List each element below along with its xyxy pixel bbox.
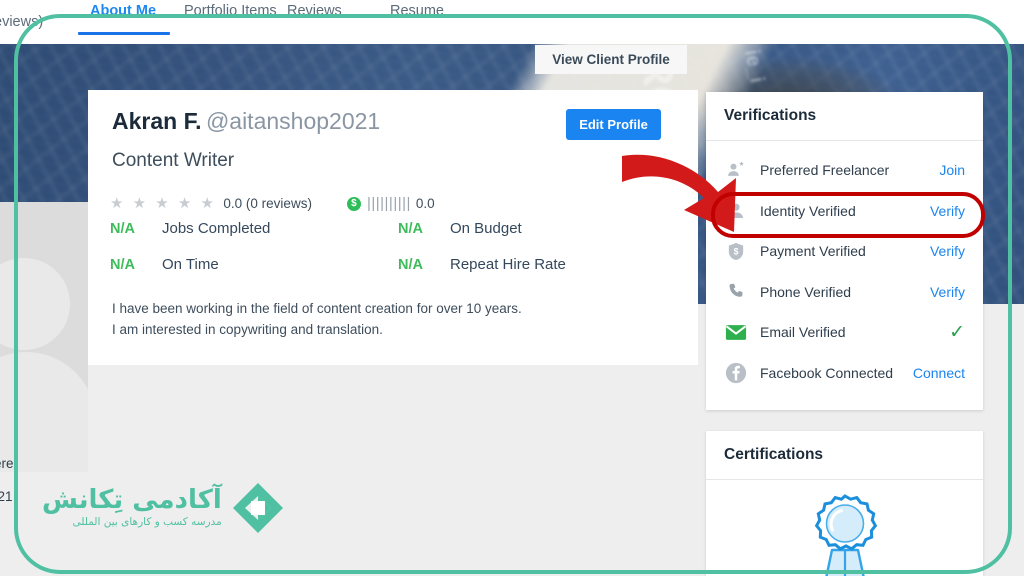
dollar-coin-icon: $ xyxy=(346,196,361,211)
stat-label: Jobs Completed xyxy=(162,220,271,237)
hourly-rate-group: $ |||||||||| 0.0 xyxy=(346,195,435,212)
clipped-edge-text-1: ere xyxy=(0,456,14,471)
active-tab-underline xyxy=(78,32,170,35)
stat-value: N/A xyxy=(110,221,135,237)
facebook-icon xyxy=(724,361,748,385)
stat-value: N/A xyxy=(398,221,423,237)
edit-profile-button[interactable]: Edit Profile xyxy=(566,109,661,140)
screenshot-root: RODUCTIO ie_i eviews) About Me Portfolio… xyxy=(0,0,1024,576)
verification-action-join[interactable]: Join xyxy=(939,162,965,178)
verification-label: Facebook Connected xyxy=(760,364,894,381)
clipped-reviews-text: eviews) xyxy=(0,14,44,30)
stat-value: N/A xyxy=(110,257,135,273)
verification-row-phone-verified[interactable]: Phone Verified Verify xyxy=(706,272,983,313)
ribbon-badge-icon xyxy=(802,492,888,576)
avatar-head-shape xyxy=(0,258,70,350)
watermark-mark-icon xyxy=(232,482,284,534)
tab-about-me[interactable]: About Me xyxy=(90,3,156,19)
profile-title: Content Writer xyxy=(112,150,235,171)
profile-handle: @aitanshop2021 xyxy=(205,108,381,134)
tab-reviews[interactable]: Reviews xyxy=(287,3,342,19)
stat-jobs-completed: N/A Jobs Completed xyxy=(110,220,270,237)
bio-line-1: I have been working in the field of cont… xyxy=(112,301,522,316)
verification-label: Email Verified xyxy=(760,324,846,341)
verification-label: Phone Verified xyxy=(760,283,852,300)
stat-label: On Time xyxy=(162,256,219,273)
profile-name: Akran F. xyxy=(112,108,202,134)
profile-tab-bar[interactable]: eviews) About Me Portfolio Items Reviews… xyxy=(0,0,1024,36)
clipped-edge-text-2: 021 xyxy=(0,489,13,504)
phone-icon xyxy=(724,280,748,304)
verification-action-connect[interactable]: Connect xyxy=(913,365,965,381)
certifications-heading: Certifications xyxy=(706,431,983,480)
rate-value: 0.0 xyxy=(415,196,435,211)
stat-label: On Budget xyxy=(450,220,522,237)
profile-name-row: Akran F. @aitanshop2021 xyxy=(112,108,380,135)
profile-bio: I have been working in the field of cont… xyxy=(112,298,522,340)
stat-label: Repeat Hire Rate xyxy=(450,256,566,273)
verification-row-facebook-connected[interactable]: Facebook Connected Connect xyxy=(706,353,983,394)
view-client-profile-button[interactable]: View Client Profile xyxy=(535,45,687,74)
star-rating-icon: ★ ★ ★ ★ ★ xyxy=(110,195,217,212)
rating-and-rate-row: ★ ★ ★ ★ ★ 0.0 (0 reviews) $ |||||||||| 0… xyxy=(110,196,435,211)
verified-check-icon: ✓ xyxy=(949,321,965,343)
watermark-subtitle: مدرسه کسب و کارهای بین المللی xyxy=(72,515,222,528)
verification-action-verify[interactable]: Verify xyxy=(930,203,965,219)
stat-value: N/A xyxy=(398,257,423,273)
verification-action-verify[interactable]: Verify xyxy=(930,243,965,259)
watermark-text: آکادمی تِکانش مدرسه کسب و کارهای بین الم… xyxy=(42,484,222,530)
certifications-empty-state xyxy=(706,480,983,576)
tab-portfolio-items[interactable]: Portfolio Items xyxy=(184,3,277,19)
stat-on-time: N/A On Time xyxy=(110,256,219,273)
rating-text: 0.0 (0 reviews) xyxy=(223,196,312,211)
watermark-logo: آکادمی تِکانش مدرسه کسب و کارهای بین الم… xyxy=(42,482,284,534)
watermark-title: آکادمی تِکانش xyxy=(42,484,222,515)
certifications-panel: Certifications xyxy=(706,431,983,576)
stat-repeat-hire-rate: N/A Repeat Hire Rate xyxy=(398,256,566,273)
envelope-icon xyxy=(724,320,748,344)
rate-bar-meter: |||||||||| xyxy=(366,195,411,212)
verifications-heading: Verifications xyxy=(706,92,983,141)
stat-on-budget: N/A On Budget xyxy=(398,220,522,237)
avatar-body-shape xyxy=(0,352,88,472)
verification-row-email-verified[interactable]: Email Verified ✓ xyxy=(706,312,983,353)
avatar xyxy=(0,202,88,472)
bio-line-2: I am interested in copywriting and trans… xyxy=(112,322,383,337)
tab-resume[interactable]: Resume xyxy=(390,3,444,19)
red-arrow-annotation xyxy=(622,154,736,232)
verification-action-verify[interactable]: Verify xyxy=(930,284,965,300)
